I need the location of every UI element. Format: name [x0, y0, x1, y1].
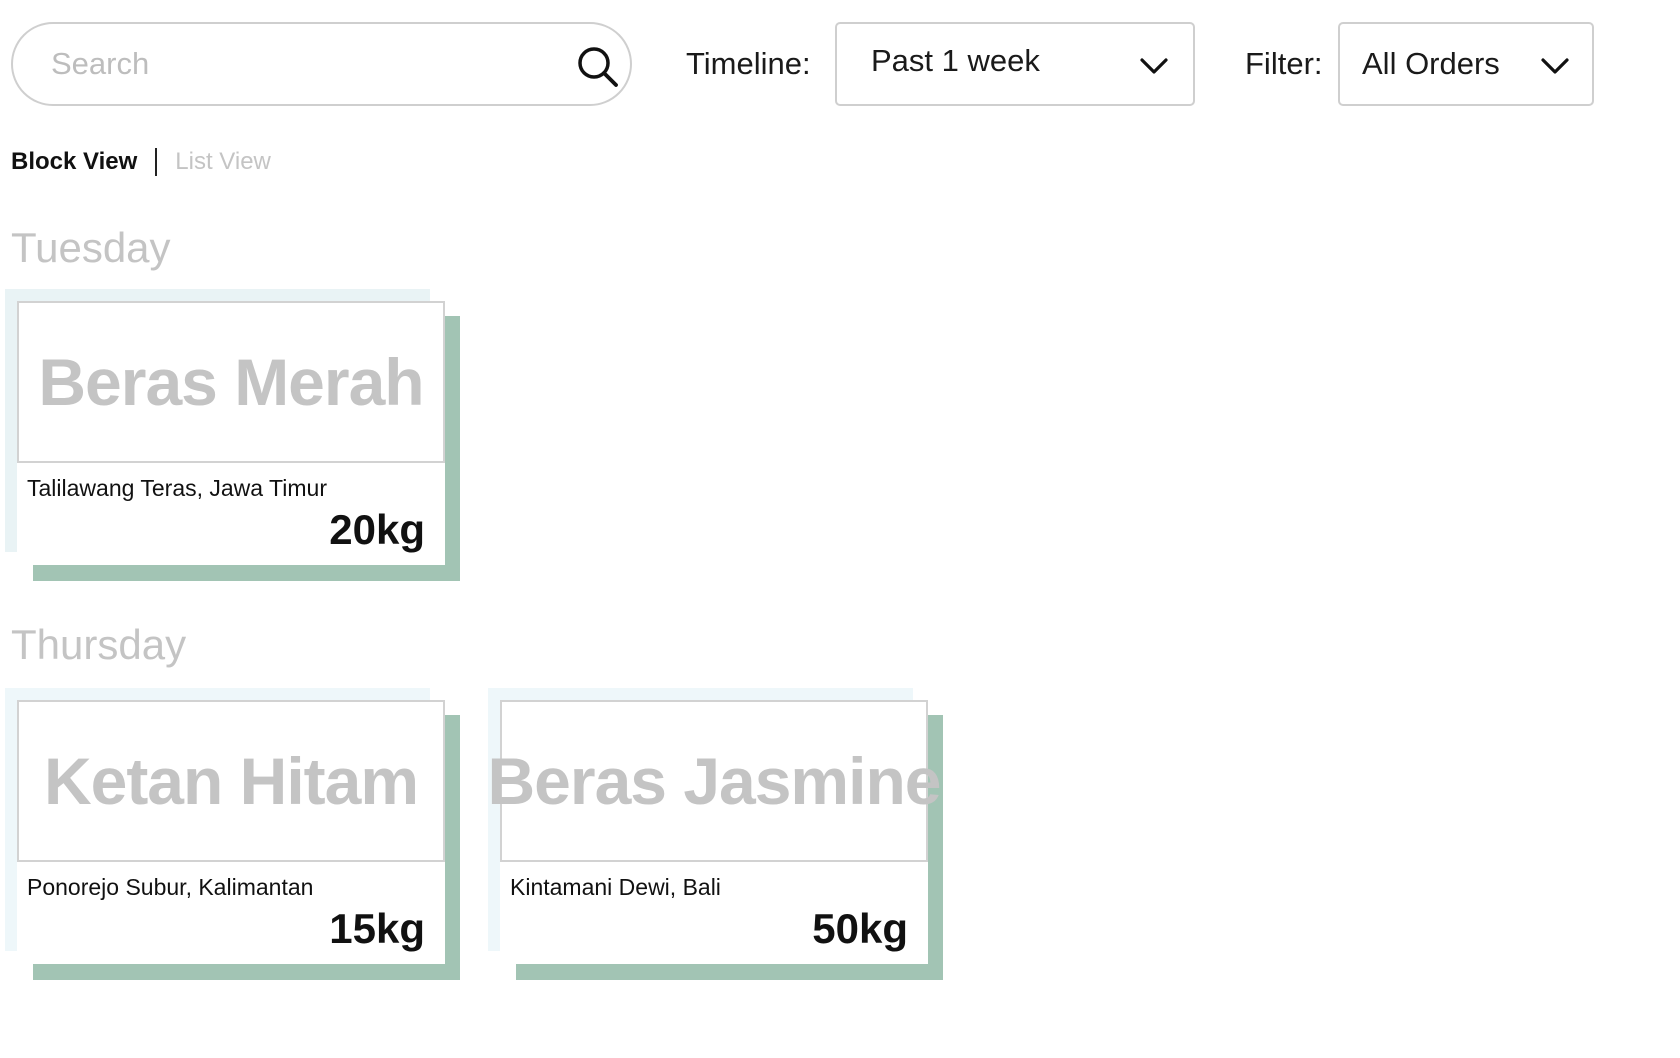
timeline-label: Timeline: — [686, 46, 811, 81]
chevron-down-icon — [1541, 58, 1569, 74]
order-card[interactable]: Beras Merah Talilawang Teras, Jawa Timur… — [5, 289, 460, 581]
search-icon[interactable] — [575, 44, 621, 90]
view-toggle: Block View List View — [11, 145, 271, 179]
card-body: Beras Merah Talilawang Teras, Jawa Timur… — [17, 301, 445, 565]
filter-label: Filter: — [1245, 46, 1323, 81]
search-bar[interactable] — [11, 22, 632, 106]
filter-dropdown[interactable]: All Orders — [1338, 22, 1594, 106]
timeline-selected-value: Past 1 week — [871, 43, 1040, 78]
order-location: Kintamani Dewi, Bali — [510, 874, 721, 900]
order-card[interactable]: Ketan Hitam Ponorejo Subur, Kalimantan 1… — [5, 688, 460, 980]
order-weight: 15kg — [329, 905, 425, 952]
filter-selected-value: All Orders — [1362, 46, 1500, 81]
order-weight: 50kg — [812, 905, 908, 952]
timeline-dropdown[interactable]: Past 1 week — [835, 22, 1195, 106]
order-card[interactable]: Beras Jasmine Kintamani Dewi, Bali 50kg — [488, 688, 943, 980]
order-location: Ponorejo Subur, Kalimantan — [27, 874, 314, 900]
search-input[interactable] — [51, 40, 531, 88]
product-name: Beras Merah — [38, 345, 424, 419]
card-title-box: Ketan Hitam — [17, 700, 445, 862]
day-heading-tuesday: Tuesday — [11, 224, 171, 271]
order-location: Talilawang Teras, Jawa Timur — [27, 475, 327, 501]
card-title-box: Beras Merah — [17, 301, 445, 463]
card-title-box: Beras Jasmine — [488, 700, 941, 862]
block-view-tab[interactable]: Block View — [11, 148, 137, 176]
product-name: Ketan Hitam — [43, 744, 419, 818]
card-body: Beras Jasmine Kintamani Dewi, Bali 50kg — [488, 700, 941, 964]
day-heading-thursday: Thursday — [11, 621, 187, 668]
card-body: Ketan Hitam Ponorejo Subur, Kalimantan 1… — [17, 700, 445, 964]
order-weight: 20kg — [329, 506, 425, 553]
product-name: Beras Jasmine — [487, 744, 942, 818]
view-divider — [155, 148, 158, 176]
chevron-down-icon — [1140, 58, 1168, 74]
list-view-tab[interactable]: List View — [175, 148, 271, 176]
